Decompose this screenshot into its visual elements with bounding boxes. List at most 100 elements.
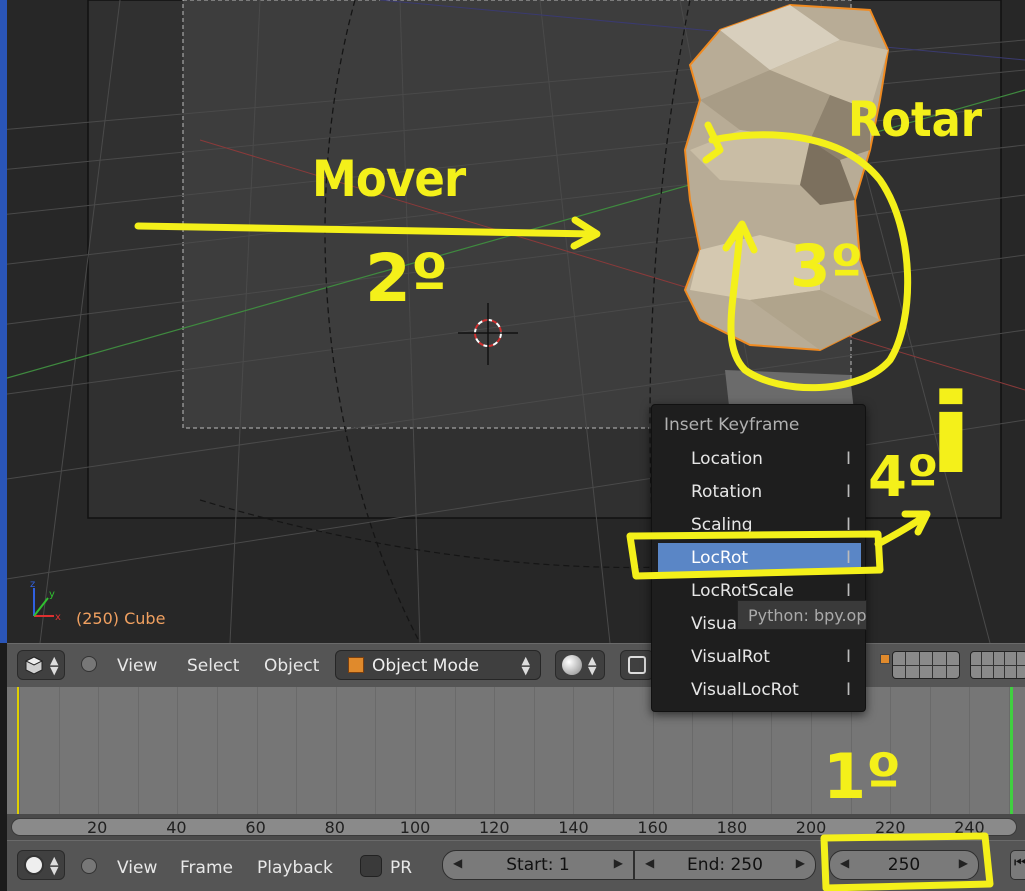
timeline-tick-label: 40 [166, 818, 187, 837]
window-edge [0, 0, 7, 643]
axis-z-label: z [30, 579, 35, 590]
menu-item-location[interactable]: Location I [658, 444, 861, 474]
annotation-step-1: 1º [823, 740, 902, 813]
timeline-frame-line [573, 687, 575, 814]
menu-title: Insert Keyframe [664, 415, 800, 435]
axis-y-label: y [49, 589, 55, 600]
timeline-tick-label: 120 [479, 818, 510, 837]
menu-frame[interactable]: Frame [180, 858, 233, 878]
sphere-shading-icon [562, 655, 582, 675]
menu-item-shortcut: I [845, 647, 851, 667]
menu-item-locrot[interactable]: LocRot I [658, 543, 861, 573]
timeline-tick-label: 140 [558, 818, 589, 837]
jump-to-start-button[interactable]: ⏮ [1010, 850, 1025, 880]
chevron-updown-icon: ▲ ▼ [588, 654, 597, 677]
timeline-frame-line [335, 687, 337, 814]
timeline-tick-label: 60 [245, 818, 266, 837]
viewport-shading-button[interactable]: ▲ ▼ [555, 650, 605, 680]
layer-buttons-2[interactable] [970, 651, 1025, 679]
timeline-frame-line [217, 687, 218, 814]
cube-editor-icon [24, 656, 44, 675]
timeline-frame-line [929, 687, 931, 814]
timeline-frame-line [58, 687, 60, 814]
menu-select[interactable]: Select [187, 656, 239, 676]
annotation-mover: Mover [312, 150, 466, 208]
menu-object[interactable]: Object [264, 656, 319, 676]
menu-playback[interactable]: Playback [257, 858, 333, 878]
preview-range-label: PR [390, 858, 413, 878]
python-tooltip: Python: bpy.ops [737, 600, 867, 630]
start-frame-marker [17, 687, 19, 814]
menu-item-label: Scaling [691, 515, 753, 535]
end-frame-label: End: 250 [687, 855, 763, 875]
menu-item-shortcut: I [845, 482, 851, 502]
pivot-point-button[interactable] [620, 650, 654, 680]
chevron-updown-icon: ▲ ▼ [521, 654, 530, 677]
mode-selector[interactable]: Object Mode ▲ ▼ [335, 650, 541, 680]
timeline-tick-label: 200 [795, 818, 827, 837]
current-frame-marker[interactable] [1010, 687, 1013, 814]
collapse-menus-icon[interactable] [81, 656, 97, 672]
object-cube-icon [348, 657, 364, 673]
menu-item-shortcut: I [845, 449, 851, 469]
end-frame-field[interactable]: ◀ End: 250 ▶ [634, 850, 816, 880]
timeline-frame-line [98, 687, 100, 814]
timeline-frame-line [969, 687, 971, 814]
increment-arrow-icon[interactable]: ▶ [614, 856, 623, 870]
collapse-menus-icon[interactable] [81, 858, 97, 874]
layer-buttons-1[interactable] [892, 651, 960, 679]
menu-item-label: Rotation [691, 482, 763, 502]
menu-view[interactable]: View [117, 656, 157, 676]
timeline-frame-line [256, 687, 258, 814]
start-frame-label: Start: 1 [506, 855, 570, 875]
preview-range-checkbox[interactable] [360, 855, 382, 877]
clock-icon [24, 855, 44, 875]
decrement-arrow-icon[interactable]: ◀ [645, 856, 654, 870]
menu-item-scaling[interactable]: Scaling I [658, 510, 861, 540]
timeline-header: ▲ ▼ View Frame Playback PR ◀ Start: 1 ▶ ◀… [7, 840, 1025, 891]
annotation-step-2: 2º [365, 240, 449, 317]
annotation-key-i: i [928, 370, 974, 498]
skip-back-icon: ⏮ [1014, 855, 1025, 871]
menu-item-visuallocrot[interactable]: VisualLocRot I [658, 675, 861, 705]
menu-item-visualrot[interactable]: VisualRot I [658, 642, 861, 672]
decrement-arrow-icon[interactable]: ◀ [840, 856, 849, 870]
timeline-tick-label: 240 [954, 818, 985, 837]
menu-item-shortcut: I [845, 515, 851, 535]
editor-type-button[interactable]: ▲ ▼ [17, 650, 65, 680]
timeline-frame-line [137, 687, 139, 814]
menu-item-label: LocRotScale [691, 581, 794, 601]
timeline-frame-line [375, 687, 377, 814]
timeline-frame-line [177, 687, 179, 814]
menu-item-label: VisualRot [691, 647, 770, 667]
timeline-frame-line [415, 687, 416, 814]
timeline-frame-line [494, 687, 496, 814]
timeline-editor-type-button[interactable]: ▲ ▼ [17, 850, 65, 880]
menu-item-shortcut: I [845, 680, 851, 700]
increment-arrow-icon[interactable]: ▶ [959, 856, 968, 870]
menu-item-label: VisualLocRot [691, 680, 799, 700]
timeline-frame-line [19, 687, 20, 814]
menu-item-label: Location [691, 449, 763, 469]
timeline-frame-line [533, 687, 535, 814]
start-frame-field[interactable]: ◀ Start: 1 ▶ [442, 850, 634, 880]
annotation-rotar: Rotar [848, 92, 983, 148]
timeline-tick-label: 100 [399, 818, 431, 837]
timeline-tick-label: 160 [637, 818, 668, 837]
axis-x-label: x [55, 612, 61, 623]
timeline-ruler[interactable]: 20 40 60 80 100 120 140 160 180 200 220 240 [7, 814, 1025, 840]
decrement-arrow-icon[interactable]: ◀ [453, 856, 462, 870]
current-frame-field[interactable]: ◀ 250 ▶ [829, 850, 979, 880]
menu-item-rotation[interactable]: Rotation I [658, 477, 861, 507]
menu-item-shortcut: I [845, 581, 851, 601]
timeline-scrollbar[interactable] [11, 818, 1017, 836]
increment-arrow-icon[interactable]: ▶ [796, 856, 805, 870]
timeline-tick-label: 80 [324, 818, 345, 837]
insert-keyframe-menu: Insert Keyframe Location I Rotation I Sc… [651, 404, 866, 712]
timeline-frame-line [454, 687, 456, 814]
object-info-label: (250) Cube [76, 609, 166, 628]
timeline-tick-label: 20 [87, 818, 108, 837]
menu-view[interactable]: View [117, 858, 157, 878]
layer-active-icon [880, 654, 890, 664]
chevron-updown-icon: ▲ ▼ [50, 854, 59, 877]
